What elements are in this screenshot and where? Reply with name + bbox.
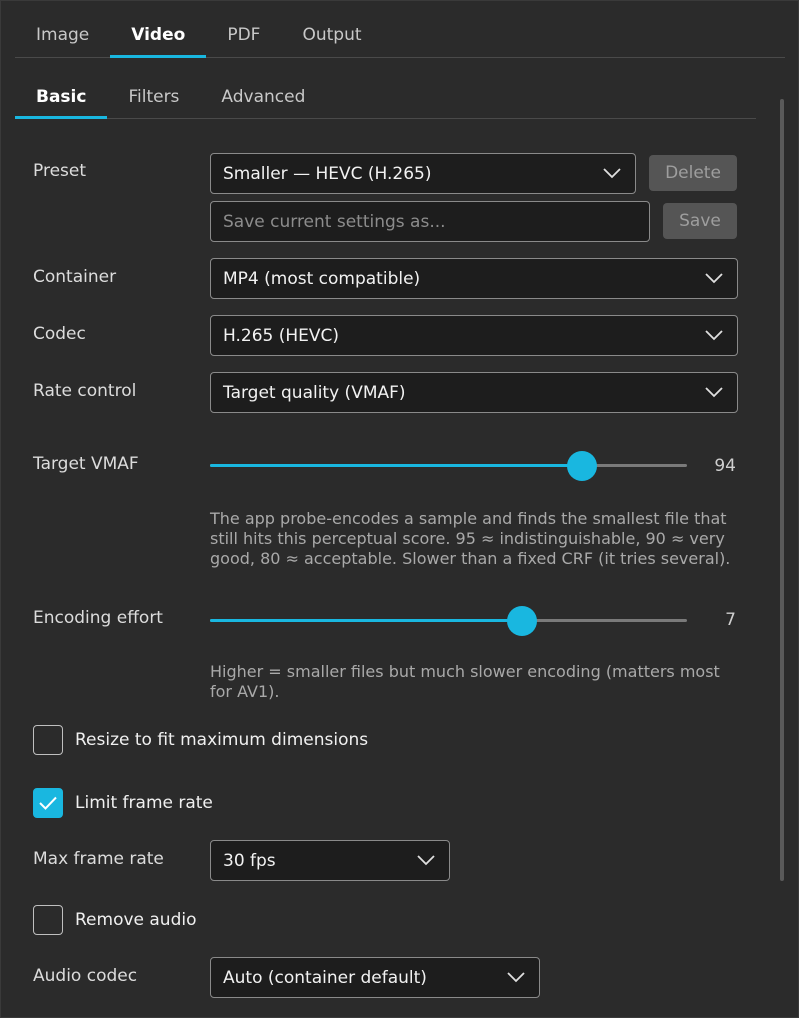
rate-control-label: Rate control [33,381,137,401]
save-preset-input[interactable] [210,201,650,242]
encoding-effort-label: Encoding effort [33,608,163,628]
delete-preset-button[interactable]: Delete [649,155,737,191]
slider-fill [210,464,582,467]
remove-audio-row[interactable]: Remove audio [33,905,197,935]
codec-select[interactable]: H.265 (HEVC) [210,315,738,356]
codec-value: H.265 (HEVC) [223,325,340,346]
chevron-down-icon [705,273,723,284]
target-vmaf-value: 94 [714,456,736,476]
tab-pdf[interactable]: PDF [206,13,281,57]
container-value: MP4 (most compatible) [223,268,421,289]
limit-frame-rate-row[interactable]: Limit frame rate [33,788,213,818]
encoding-effort-slider[interactable] [210,606,687,636]
remove-audio-label: Remove audio [75,910,197,930]
slider-thumb[interactable] [567,451,597,481]
max-frame-rate-label: Max frame rate [33,849,164,869]
audio-codec-label: Audio codec [33,966,138,986]
container-select[interactable]: MP4 (most compatible) [210,258,738,299]
chevron-down-icon [507,972,525,983]
tab-basic[interactable]: Basic [15,75,108,119]
preset-select[interactable]: Smaller — HEVC (H.265) [210,153,636,194]
audio-codec-value: Auto (container default) [223,967,427,988]
chevron-down-icon [603,168,621,179]
max-frame-rate-select[interactable]: 30 fps [210,840,450,881]
chevron-down-icon [705,330,723,341]
settings-panel: Image Video PDF Output Basic Filters Adv… [0,0,799,1018]
save-preset-button[interactable]: Save [663,203,737,239]
rate-control-select[interactable]: Target quality (VMAF) [210,372,738,413]
target-vmaf-label: Target VMAF [33,454,139,474]
resize-checkbox-label: Resize to fit maximum dimensions [75,730,369,750]
rate-control-value: Target quality (VMAF) [223,382,406,403]
target-vmaf-help: The app probe-encodes a sample and finds… [210,509,731,568]
tab-advanced[interactable]: Advanced [200,75,326,118]
resize-checkbox-row[interactable]: Resize to fit maximum dimensions [33,725,368,755]
tab-image[interactable]: Image [15,13,110,57]
audio-codec-select[interactable]: Auto (container default) [210,957,540,998]
chevron-down-icon [705,387,723,398]
container-label: Container [33,267,117,287]
limit-frame-rate-checkbox[interactable] [33,788,63,818]
encoding-effort-value: 7 [725,610,736,630]
slider-thumb[interactable] [507,606,537,636]
limit-frame-rate-label: Limit frame rate [75,793,213,813]
vertical-scrollbar[interactable] [780,99,784,881]
checkmark-icon [39,796,57,810]
resize-checkbox[interactable] [33,725,63,755]
chevron-down-icon [417,855,435,866]
preset-label: Preset [33,161,87,181]
tab-filters[interactable]: Filters [107,75,200,118]
encoding-effort-help: Higher = smaller files but much slower e… [210,662,720,701]
max-frame-rate-value: 30 fps [223,850,276,871]
preset-value: Smaller — HEVC (H.265) [223,163,432,184]
tab-video[interactable]: Video [110,13,207,58]
remove-audio-checkbox[interactable] [33,905,63,935]
tab-output[interactable]: Output [281,13,382,57]
slider-fill [210,619,522,622]
sub-tab-bar: Basic Filters Advanced [15,75,756,119]
codec-label: Codec [33,324,86,344]
top-tab-bar: Image Video PDF Output [15,13,785,58]
target-vmaf-slider[interactable] [210,451,687,481]
